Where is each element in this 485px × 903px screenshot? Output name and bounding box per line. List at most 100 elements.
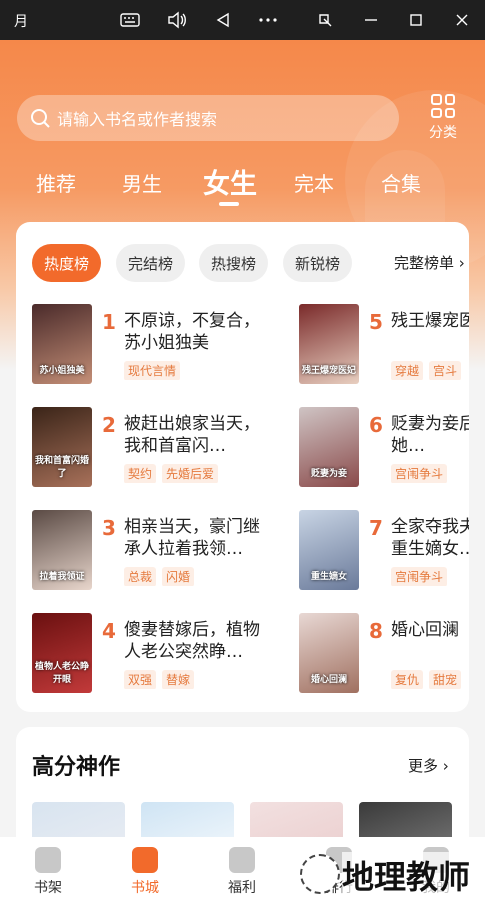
gift-icon [229, 847, 255, 873]
rank-number: 8 [369, 619, 383, 643]
watermark-logo [300, 854, 340, 894]
nav-bookstore[interactable]: 书城 [115, 837, 175, 903]
chevron-right-icon: › [442, 757, 449, 775]
book-cover: 我和首富闪婚了 [32, 407, 92, 487]
book-title: 残王爆宠医妃 [391, 311, 469, 331]
window-title: 月 [14, 14, 28, 30]
search-bar[interactable]: 请输入书名或作者搜索 [17, 95, 399, 141]
maximize-icon[interactable] [402, 8, 430, 32]
channel-tabs: 推荐 男生 女生 完本 合集 [0, 160, 485, 210]
cover-title: 重生嫡女 [310, 572, 347, 582]
book-tag: 复仇 [391, 670, 424, 689]
rank-number: 3 [102, 516, 116, 540]
book-cover: 贬妻为妾 [299, 407, 359, 487]
cover-title: 苏小姐独美 [39, 366, 85, 376]
book-cover: 残王爆宠医妃 [299, 304, 359, 384]
tab-completed[interactable]: 完本 [294, 168, 334, 197]
book-tags: 双强 替嫁 [124, 669, 284, 689]
bookshelf-icon [35, 847, 61, 873]
search-placeholder: 请输入书名或作者搜索 [57, 110, 218, 129]
book-tag: 先婚后爱 [162, 464, 219, 483]
watermark-text: 地理教师 [342, 852, 471, 898]
book-tag: 契约 [124, 464, 157, 483]
cover-title: 拉着我领证 [39, 572, 85, 582]
ranking-card: 热度榜 完结榜 热搜榜 新锐榜 完整榜单 › 苏小姐独美 1 不原谅，不复合，苏… [16, 222, 469, 712]
book-item[interactable]: 残王爆宠医妃 5 残王爆宠医妃 穿越宫斗 [299, 304, 469, 386]
book-item[interactable]: 贬妻为妾 6 贬妻为妾后，大妇她… 宫闱争斗 [299, 407, 469, 489]
more-link[interactable]: 更多 › [408, 755, 449, 776]
nav-label: 书架 [34, 880, 62, 896]
book-item[interactable]: 苏小姐独美 1 不原谅，不复合，苏小姐独美 现代言情 [32, 304, 272, 386]
minimize-icon[interactable] [357, 8, 385, 32]
back-icon[interactable] [209, 8, 237, 32]
book-tag: 甜宠 [429, 670, 462, 689]
book-tags: 宫闱争斗 [391, 463, 469, 483]
keyboard-icon[interactable] [116, 8, 144, 32]
cover-title: 我和首富闪婚了 [34, 456, 89, 479]
book-tag: 穿越 [391, 361, 424, 380]
chip-hot[interactable]: 热度榜 [32, 244, 102, 282]
book-tag: 替嫁 [162, 670, 195, 689]
tab-male[interactable]: 男生 [122, 168, 162, 197]
screenshot-icon[interactable] [311, 8, 339, 32]
rank-number: 2 [102, 413, 116, 437]
full-list-link[interactable]: 完整榜单 › [394, 252, 465, 273]
nav-welfare[interactable]: 福利 [212, 837, 272, 903]
nav-label: 福利 [228, 880, 256, 896]
chip-completed[interactable]: 完结榜 [116, 244, 186, 282]
cover-title: 贬妻为妾 [310, 469, 347, 479]
book-item[interactable]: 婚心回澜 8 婚心回澜 复仇 甜宠 [299, 613, 469, 695]
category-label: 分类 [429, 125, 457, 141]
tab-active-indicator [219, 202, 239, 206]
cover-title: 婚心回澜 [310, 675, 347, 685]
cover-title: 植物人老公睁开眼 [34, 662, 89, 685]
rank-number: 4 [102, 619, 116, 643]
book-cover: 婚心回澜 [299, 613, 359, 693]
chevron-right-icon: › [458, 254, 465, 272]
book-tag: 现代言情 [124, 361, 181, 380]
tab-recommend[interactable]: 推荐 [36, 168, 76, 197]
book-cover: 植物人老公睁开眼 [32, 613, 92, 693]
chip-trending-search[interactable]: 热搜榜 [199, 244, 269, 282]
book-cover: 拉着我领证 [32, 510, 92, 590]
rank-number: 6 [369, 413, 383, 437]
book-title: 贬妻为妾后，大妇她… [391, 414, 469, 456]
tab-collection[interactable]: 合集 [381, 168, 421, 197]
book-title: 相亲当天，豪门继承人拉着我领… [124, 517, 260, 559]
book-tag: 闪婚 [162, 567, 195, 586]
book-tag: 双强 [124, 670, 157, 689]
book-title: 婚心回澜 [391, 620, 459, 640]
rank-number: 1 [102, 310, 116, 334]
book-item[interactable]: 我和首富闪婚了 2 被赶出娘家当天，我和首富闪… 契约 先婚后爱 [32, 407, 272, 489]
bookstore-icon [132, 847, 158, 873]
book-title: 被赶出娘家当天，我和首富闪… [124, 414, 260, 456]
book-item[interactable]: 植物人老公睁开眼 4 傻妻替嫁后，植物人老公突然睁… 双强 替嫁 [32, 613, 272, 695]
book-item[interactable]: 重生嫡女 7 全家夺我夫婿后，重生嫡女… 宫闱争斗 [299, 510, 469, 592]
book-cover: 苏小姐独美 [32, 304, 92, 384]
close-icon[interactable] [448, 8, 476, 32]
window-titlebar: 月 [0, 0, 485, 40]
rank-number: 7 [369, 516, 383, 540]
book-item[interactable]: 拉着我领证 3 相亲当天，豪门继承人拉着我领… 总裁 闪婚 [32, 510, 272, 592]
volume-icon[interactable] [163, 8, 191, 32]
full-list-label: 完整榜单 [394, 254, 455, 272]
grid-icon [431, 94, 455, 118]
book-title: 全家夺我夫婿后，重生嫡女… [391, 517, 469, 559]
nav-label: 书城 [131, 880, 159, 896]
more-label: 更多 [408, 757, 439, 775]
chip-new[interactable]: 新锐榜 [283, 244, 353, 282]
nav-bookshelf[interactable]: 书架 [18, 837, 78, 903]
tab-female[interactable]: 女生 [203, 162, 257, 201]
search-icon [31, 109, 50, 128]
book-tag: 宫斗 [429, 361, 462, 380]
book-tags: 宫闱争斗 [391, 566, 469, 586]
book-cover: 重生嫡女 [299, 510, 359, 590]
book-tags: 穿越 宫斗 [391, 360, 469, 380]
cover-title: 残王爆宠医妃 [301, 366, 356, 376]
category-button[interactable]: 分类 [418, 94, 468, 144]
book-tag: 总裁 [124, 567, 157, 586]
ranking-chips: 热度榜 完结榜 热搜榜 新锐榜 完整榜单 › [32, 244, 469, 282]
book-tag: 宫闱争斗 [391, 567, 448, 586]
more-icon[interactable] [254, 8, 282, 32]
book-title: 不原谅，不复合，苏小姐独美 [124, 311, 260, 353]
